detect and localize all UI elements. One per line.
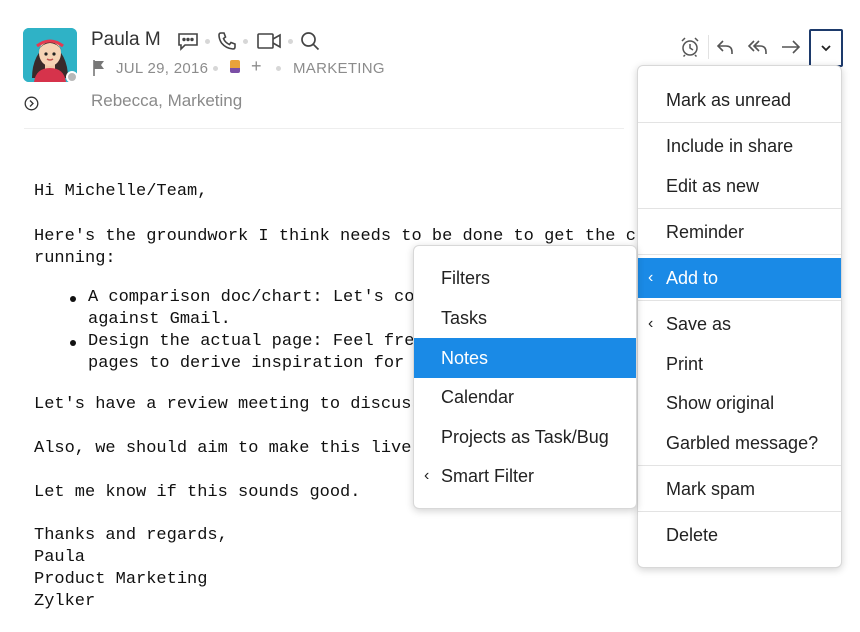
header-divider <box>24 128 624 129</box>
chevron-left-icon: ‹ <box>648 315 654 332</box>
bullet-dot <box>70 340 76 346</box>
menu-item-label: Projects as Task/Bug <box>441 426 609 447</box>
menu-item-mark-spam[interactable]: Mark spam <box>638 470 841 508</box>
menu-divider <box>638 208 841 209</box>
email-paragraph: Also, we should aim to make this live by… <box>34 439 463 458</box>
menu-item-label: Delete <box>666 524 719 545</box>
menu-item-edit-as-new[interactable]: Edit as new <box>638 167 841 205</box>
submenu-item-projects[interactable]: Projects as Task/Bug <box>414 418 636 456</box>
menu-divider <box>638 122 841 123</box>
submenu-item-notes[interactable]: Notes <box>414 338 636 378</box>
menu-item-label: Show original <box>666 392 775 413</box>
email-paragraph: Let me know if this sounds good. <box>34 483 361 502</box>
expand-icon[interactable] <box>24 96 39 111</box>
separator-dot <box>243 39 248 44</box>
recipients: Rebecca, Marketing <box>91 91 242 111</box>
signature-name: Paula <box>34 548 86 567</box>
list-item: Design the actual page: Feel free to <box>34 331 465 353</box>
list-item: A comparison doc/chart: Let's comp <box>34 287 465 309</box>
menu-item-delete[interactable]: Delete <box>638 516 841 554</box>
menu-item-label: Print <box>666 353 704 374</box>
email-greeting: Hi Michelle/Team, <box>34 182 208 201</box>
chat-icon[interactable] <box>176 30 200 52</box>
menu-item-save-as[interactable]: ‹ Save as <box>638 305 841 343</box>
list-item-text: pages to derive inspiration for our p <box>88 354 466 373</box>
menu-divider <box>638 254 841 255</box>
email-intro-line: running: <box>34 249 116 268</box>
menu-item-label: Smart Filter <box>441 465 535 486</box>
menu-item-include-in-share[interactable]: Include in share <box>638 127 841 165</box>
menu-item-label: Mark as unread <box>666 89 792 110</box>
menu-item-mark-unread[interactable]: Mark as unread <box>638 81 841 119</box>
menu-item-add-to[interactable]: ‹ Add to <box>638 258 841 298</box>
more-actions-button[interactable] <box>809 29 843 67</box>
alarm-icon[interactable] <box>678 35 702 59</box>
menu-item-label: Calendar <box>441 386 515 407</box>
add-tag-button[interactable]: + <box>251 56 262 77</box>
menu-item-label: Reminder <box>666 221 745 242</box>
menu-item-label: Garbled message? <box>666 432 819 453</box>
menu-item-label: Save as <box>666 313 732 334</box>
recipient-marketing[interactable]: Marketing <box>168 91 243 110</box>
phone-icon[interactable] <box>215 30 239 52</box>
menu-item-label: Edit as new <box>666 175 760 196</box>
recipient-rebecca[interactable]: Rebecca <box>91 91 158 110</box>
list-item: pages to derive inspiration for our p <box>34 353 465 375</box>
submenu-item-smart-filter[interactable]: ‹ Smart Filter <box>414 457 636 495</box>
message-date: JUL 29, 2016 <box>116 60 209 77</box>
menu-divider <box>638 511 841 512</box>
menu-item-label: Mark spam <box>666 478 756 499</box>
menu-item-reminder[interactable]: Reminder <box>638 213 841 251</box>
tag-icon[interactable] <box>230 60 240 73</box>
menu-item-show-original[interactable]: Show original <box>638 384 841 422</box>
chevron-left-icon: ‹ <box>648 269 654 286</box>
menu-item-label: Include in share <box>666 135 794 156</box>
submenu-item-calendar[interactable]: Calendar <box>414 378 636 416</box>
video-icon[interactable] <box>255 30 283 52</box>
email-paragraph: Let's have a review meeting to discuss t… <box>34 395 463 414</box>
menu-item-label: Notes <box>441 347 489 368</box>
presence-indicator <box>66 71 78 83</box>
recipient-separator: , <box>158 91 168 110</box>
list-item: against Gmail. <box>34 309 465 331</box>
menu-item-label: Filters <box>441 267 490 288</box>
menu-item-label: Add to <box>666 267 719 288</box>
email-signoff: Thanks and regards, <box>34 526 228 545</box>
separator-dot <box>213 66 218 71</box>
flag-icon[interactable] <box>92 59 106 77</box>
menu-item-label: Tasks <box>441 307 488 328</box>
forward-icon[interactable] <box>779 35 803 59</box>
separator-dot <box>205 39 210 44</box>
toolbar-separator <box>708 35 709 59</box>
menu-item-print[interactable]: Print <box>638 345 841 383</box>
add-to-submenu: Filters Tasks Notes Calendar Projects as… <box>413 245 637 509</box>
separator-dot <box>288 39 293 44</box>
submenu-item-filters[interactable]: Filters <box>414 259 636 297</box>
list-item-text: Design the actual page: Feel free to <box>88 332 456 351</box>
list-item-text: against Gmail. <box>88 310 231 329</box>
reply-icon[interactable] <box>713 35 737 59</box>
sender-name[interactable]: Paula M <box>91 29 161 51</box>
menu-item-garbled-message[interactable]: Garbled message? <box>638 424 841 462</box>
folder-label[interactable]: MARKETING <box>293 60 385 77</box>
submenu-item-tasks[interactable]: Tasks <box>414 299 636 337</box>
signature-company: Zylker <box>34 592 96 611</box>
search-icon[interactable] <box>298 30 322 52</box>
menu-divider <box>638 300 841 301</box>
bullet-dot <box>70 296 76 302</box>
chevron-left-icon: ‹ <box>424 467 430 484</box>
separator-dot <box>276 66 281 71</box>
list-item-text: A comparison doc/chart: Let's comp <box>88 288 435 307</box>
signature-title: Product Marketing <box>34 570 208 589</box>
chevron-down-icon <box>821 45 831 52</box>
more-actions-menu: Mark as unread Include in share Edit as … <box>637 65 842 568</box>
menu-divider <box>638 465 841 466</box>
reply-all-icon[interactable] <box>746 35 770 59</box>
email-bullet-list: A comparison doc/chart: Let's comp again… <box>34 287 465 375</box>
